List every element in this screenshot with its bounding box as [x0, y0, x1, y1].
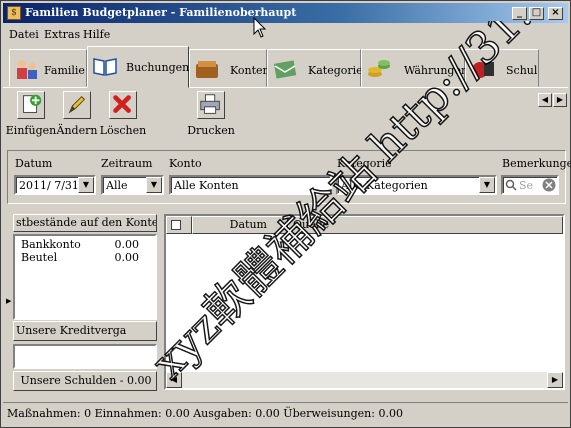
menu-extras[interactable]: Extras — [44, 28, 80, 41]
account-name: Bankkonto — [21, 238, 81, 251]
date-column-header[interactable]: Datum — [192, 216, 288, 234]
account-value: 0.00 — [114, 251, 140, 264]
select-all-header[interactable] — [166, 216, 192, 234]
list-item[interactable]: Bankkonto 0.00 — [21, 238, 139, 251]
category-value: Alle Kategorien — [341, 179, 428, 192]
tab-strip: Familie Buchungen Konten Kategorien Währ… — [3, 45, 568, 88]
wallet-icon — [196, 61, 218, 78]
tab-schulden[interactable]: Schulde — [465, 49, 539, 87]
coins-icon — [368, 60, 390, 77]
tab-label: Familie — [44, 64, 85, 77]
tab-scroll-right-icon[interactable]: ▶ — [553, 93, 567, 107]
delete-label: Löschen — [99, 124, 147, 137]
notes-label: Bemerkunge — [502, 157, 571, 170]
tab-familie[interactable]: Familie — [9, 49, 87, 87]
scroll-right-icon[interactable]: ▶ — [547, 372, 563, 388]
tab-waehrungen[interactable]: Währungen — [361, 49, 469, 87]
tab-konten[interactable]: Konten — [189, 49, 270, 87]
tab-label: Schulde — [506, 64, 538, 77]
search-icon — [505, 179, 517, 191]
print-label: Drucken — [187, 124, 235, 137]
splitter-arrow-icon[interactable]: ▶ — [6, 297, 11, 305]
period-label: Zeitraum — [101, 157, 153, 170]
debts-header[interactable]: Unsere Schulden - 0.00 — [13, 371, 157, 391]
balances-header[interactable]: stbestände auf den Konten - 0.0 — [13, 214, 157, 232]
maximize-button[interactable]: □ — [529, 7, 544, 20]
chevron-down-icon[interactable]: ▼ — [78, 177, 94, 193]
tab-scroll-left-icon[interactable]: ◀ — [538, 93, 552, 107]
source-column-header[interactable]: Quelle — [288, 216, 563, 234]
credits-header[interactable]: Unsere Kreditverga — [13, 321, 157, 341]
mouse-cursor-icon — [253, 17, 267, 38]
status-bar: Maßnahmen: 0 Einnahmen: 0.00 Ausgaben: 0… — [3, 402, 568, 424]
tab-label: Konten — [230, 64, 270, 77]
category-label: Kategorie — [337, 157, 392, 170]
horizontal-scrollbar[interactable]: ◀ ▶ — [166, 372, 563, 388]
account-select[interactable]: Alle Konten — [169, 175, 332, 195]
edit-button[interactable]: Ändern — [51, 91, 103, 141]
account-name: Beutel — [21, 251, 58, 264]
clear-icon[interactable] — [542, 178, 556, 192]
scroll-left-icon[interactable]: ◀ — [166, 372, 182, 388]
minimize-button[interactable]: _ — [512, 7, 527, 20]
account-value: Alle Konten — [174, 179, 239, 192]
list-item[interactable]: Beutel 0.00 — [21, 251, 139, 264]
add-icon — [17, 91, 45, 119]
search-input[interactable]: Se — [501, 175, 559, 195]
menu-bar: Datei Extras Hilfe — [3, 25, 568, 43]
title-bar[interactable]: $ Familien Budgetplaner - Familienoberha… — [3, 3, 568, 23]
menu-datei[interactable]: Datei — [9, 28, 39, 41]
delete-button[interactable]: Löschen — [97, 91, 149, 141]
checkbox-icon[interactable] — [171, 220, 181, 230]
category-select[interactable]: Alle Kategorien ▼ — [336, 175, 497, 195]
delete-x-icon — [109, 91, 137, 119]
chevron-down-icon[interactable]: ▼ — [479, 177, 495, 193]
tab-buchungen[interactable]: Buchungen — [87, 46, 189, 88]
tab-label: Währungen — [404, 64, 469, 77]
close-button[interactable]: × — [548, 7, 563, 20]
debts-icon — [472, 62, 494, 78]
status-text: Maßnahmen: 0 Einnahmen: 0.00 Ausgaben: 0… — [7, 407, 403, 420]
tab-kategorien[interactable]: Kategorien — [267, 49, 370, 87]
print-button[interactable]: Drucken — [185, 91, 237, 141]
search-placeholder: Se — [519, 179, 534, 192]
main-window: $ Familien Budgetplaner - Familienoberha… — [0, 0, 571, 428]
menu-hilfe[interactable]: Hilfe — [83, 28, 110, 41]
add-label: Einfügen — [5, 124, 57, 137]
family-icon — [17, 60, 37, 79]
account-label: Konto — [169, 157, 202, 170]
accounts-list: Bankkonto 0.00 Beutel 0.00 — [13, 234, 157, 320]
edit-label: Ändern — [56, 124, 98, 137]
account-value: 0.00 — [114, 238, 140, 251]
date-picker[interactable]: 2011/ 7/31 ▼ — [14, 175, 96, 195]
chevron-down-icon[interactable]: ▼ — [146, 177, 162, 193]
period-value: Alle — [106, 179, 128, 192]
printer-icon — [197, 91, 225, 119]
envelope-money-icon — [273, 60, 297, 79]
pencil-icon — [63, 91, 91, 119]
credits-list — [13, 344, 157, 369]
book-icon — [93, 58, 117, 76]
date-value: 2011/ 7/31 — [19, 179, 79, 192]
add-button[interactable]: Einfügen — [5, 91, 57, 141]
app-icon: $ — [7, 6, 21, 20]
tab-label: Buchungen — [126, 61, 190, 74]
period-select[interactable]: Alle ▼ — [101, 175, 164, 195]
date-label: Datum — [15, 157, 53, 170]
transactions-grid[interactable]: Datum Quelle ◀ ▶ — [164, 214, 565, 390]
